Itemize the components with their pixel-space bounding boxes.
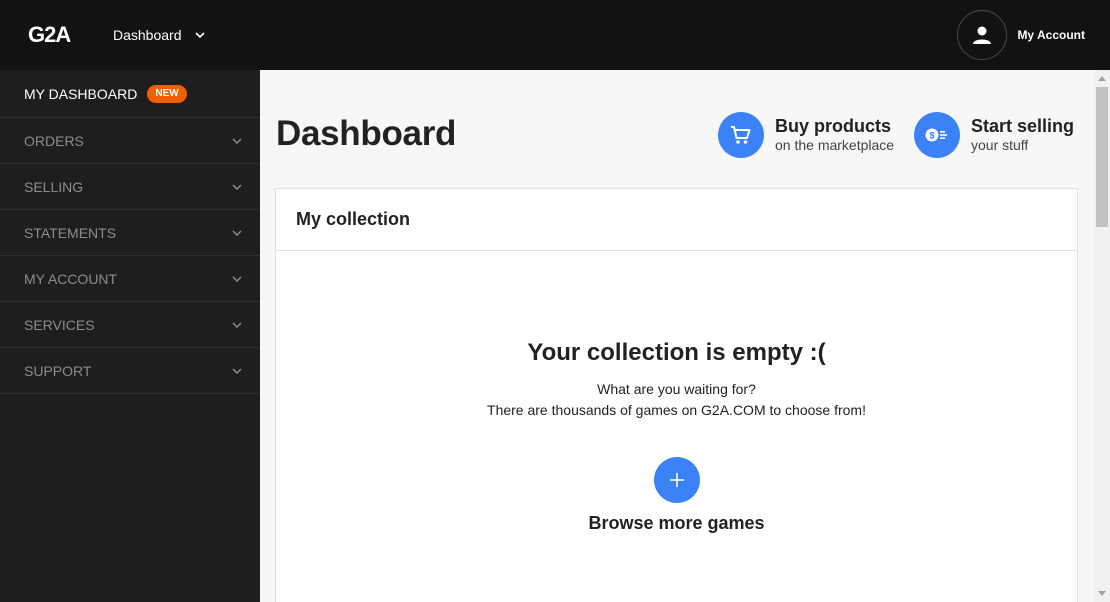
g2a-logo[interactable]: G2A bbox=[28, 24, 94, 46]
my-account-button[interactable]: My Account bbox=[957, 10, 1085, 60]
svg-text:G2A: G2A bbox=[28, 24, 71, 46]
coin-icon: $ bbox=[914, 112, 960, 158]
chevron-down-icon bbox=[232, 274, 242, 284]
buy-products-subtitle: on the marketplace bbox=[775, 137, 895, 153]
top-bar: G2A Dashboard My Account bbox=[0, 0, 1110, 70]
empty-state: Your collection is empty :( What are you… bbox=[276, 339, 1077, 421]
chevron-down-icon bbox=[232, 182, 242, 192]
user-avatar-icon bbox=[957, 10, 1008, 60]
empty-state-line-1: What are you waiting for? bbox=[597, 381, 756, 397]
chevron-down-icon bbox=[232, 228, 242, 238]
scrollbar-thumb[interactable] bbox=[1096, 87, 1108, 227]
sidebar-item-label: ORDERS bbox=[24, 132, 84, 149]
browse-more-games-button[interactable]: Browse more games bbox=[276, 457, 1077, 534]
scroll-up-arrow-icon[interactable] bbox=[1098, 76, 1106, 81]
sidebar-item-statements[interactable]: STATEMENTS bbox=[0, 210, 260, 256]
chevron-down-icon bbox=[232, 366, 242, 376]
empty-state-line-2: There are thousands of games on G2A.COM … bbox=[487, 402, 866, 418]
dashboard-nav-dropdown[interactable]: Dashboard bbox=[113, 24, 206, 46]
collection-heading: My collection bbox=[276, 189, 1077, 251]
sidebar-item-services[interactable]: SERVICES bbox=[0, 302, 260, 348]
browse-more-games-label: Browse more games bbox=[588, 513, 765, 533]
my-account-label: My Account bbox=[1017, 28, 1085, 42]
buy-products-link[interactable]: Buy products on the marketplace bbox=[718, 112, 894, 158]
start-selling-title: Start selling bbox=[971, 116, 1075, 136]
buy-products-title: Buy products bbox=[775, 116, 892, 136]
dashboard-nav-label: Dashboard bbox=[113, 27, 182, 43]
sidebar-item-label: STATEMENTS bbox=[24, 224, 117, 241]
chevron-down-icon bbox=[194, 29, 206, 41]
scroll-down-arrow-icon[interactable] bbox=[1098, 591, 1106, 596]
sidebar-item-support[interactable]: SUPPORT bbox=[0, 348, 260, 394]
sidebar: MY DASHBOARD NEW ORDERS SELLING STATEMEN… bbox=[0, 70, 260, 602]
empty-state-title: Your collection is empty :( bbox=[527, 339, 826, 366]
cart-icon bbox=[718, 112, 764, 158]
page-scrollbar[interactable] bbox=[1094, 70, 1110, 602]
plus-icon bbox=[653, 457, 700, 503]
sidebar-item-label: SERVICES bbox=[24, 316, 95, 333]
sidebar-item-label: SELLING bbox=[24, 178, 84, 195]
page-title: Dashboard bbox=[276, 114, 457, 153]
my-collection-card: My collection Your collection is empty :… bbox=[275, 188, 1078, 602]
chevron-down-icon bbox=[232, 320, 242, 330]
chevron-down-icon bbox=[232, 136, 242, 146]
sidebar-item-label: MY ACCOUNT bbox=[24, 270, 118, 287]
svg-text:$: $ bbox=[929, 131, 934, 141]
new-badge: NEW bbox=[147, 84, 187, 103]
sidebar-item-label: MY DASHBOARD bbox=[24, 85, 138, 102]
sidebar-item-my-dashboard[interactable]: MY DASHBOARD NEW bbox=[0, 70, 260, 118]
sidebar-item-my-account[interactable]: MY ACCOUNT bbox=[0, 256, 260, 302]
start-selling-link[interactable]: $ Start selling your stuff bbox=[914, 112, 1074, 158]
start-selling-subtitle: your stuff bbox=[971, 137, 1029, 153]
main-content: Dashboard Buy products on the marketplac… bbox=[260, 70, 1094, 602]
sidebar-item-label: SUPPORT bbox=[24, 362, 92, 379]
sidebar-item-selling[interactable]: SELLING bbox=[0, 164, 260, 210]
sidebar-item-orders[interactable]: ORDERS bbox=[0, 118, 260, 164]
